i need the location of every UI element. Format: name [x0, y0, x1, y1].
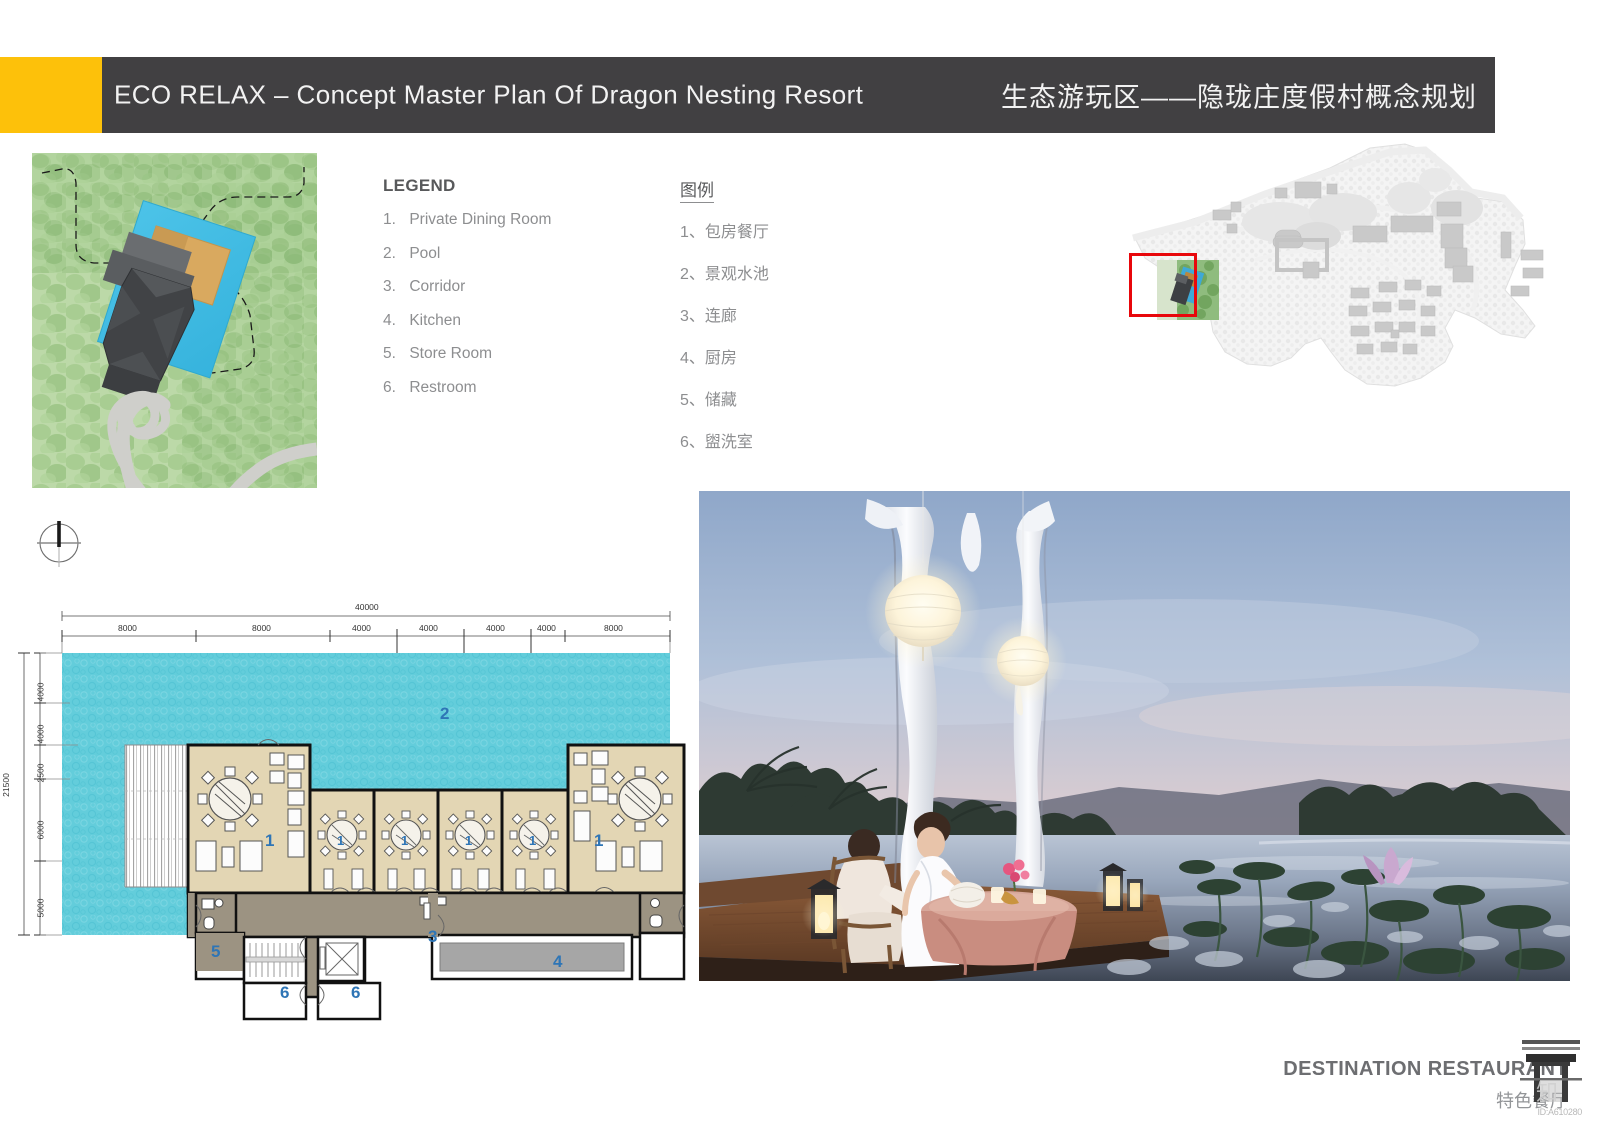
legend-item: 6. Restroom: [383, 378, 683, 396]
legend-item: 2. Pool: [383, 244, 683, 262]
header-title-english: ECO RELAX – Concept Master Plan Of Drago…: [114, 79, 864, 110]
room-label-kitchen: 4: [553, 952, 563, 971]
legend-item-number: 3.: [383, 278, 396, 295]
legend-item: 1. Private Dining Room: [383, 212, 683, 228]
legend-item-chinese: 1、包房餐厅: [680, 224, 769, 241]
legend-item-chinese: 2、景观水池: [680, 266, 769, 283]
site-location-highlight-box: [1129, 253, 1197, 317]
legend-item-number: 2.: [383, 244, 396, 262]
room-label-store-room: 5: [211, 942, 221, 961]
dimension-left-segment: 6000: [35, 820, 46, 840]
room-label-private-dining: 1: [401, 833, 409, 848]
legend-item: 5. Store Room: [383, 346, 683, 362]
dimension-overall-width: 40000: [355, 602, 379, 612]
legend-item-chinese: 6、盥洗室: [680, 434, 753, 451]
room-label-private-dining: 1: [529, 833, 537, 848]
dimension-left-segment: 5000: [35, 898, 46, 918]
room-label-pool: 2: [440, 704, 450, 723]
legend-column-chinese: 图例 1、包房餐厅 2、景观水池 3、连廊 4、厨房 5、储藏 6、盥洗室: [680, 176, 840, 470]
room-label-private-dining: 1: [337, 833, 345, 848]
svg-text:知: 知: [1536, 1080, 1558, 1105]
legend-item-number: 4.: [383, 311, 396, 329]
header-title-chinese: 生态游玩区——隐珑庄度假村概念规划: [1001, 82, 1477, 113]
dimension-left-segment: 4000: [35, 724, 46, 744]
room-label-private-dining: 1: [265, 831, 275, 850]
legend-item-label: Corridor: [409, 278, 466, 295]
dimension-top-segment: 4000: [419, 623, 438, 633]
legend-item-chinese: 4、厨房: [680, 350, 737, 367]
legend-item-label: Pool: [409, 244, 441, 262]
dimension-top-segment: 4000: [352, 623, 371, 633]
room-label-private-dining: 1: [594, 831, 604, 850]
legend-item-number: 5.: [383, 345, 396, 362]
legend-item: 3. Corridor: [383, 279, 683, 295]
room-label-private-dining: 1: [465, 833, 473, 848]
legend-item-chinese: 5、储藏: [680, 392, 737, 409]
site-context-aerial-image: [32, 153, 317, 488]
dimension-left-segment: 2500: [35, 763, 46, 783]
legend-item-chinese: 3、连廊: [680, 308, 737, 325]
legend-item: 4. Kitchen: [383, 311, 683, 329]
watermark-id-text: ID:A610280: [1537, 1107, 1582, 1117]
room-label-restroom: 6: [280, 983, 290, 1002]
dimension-overall-height: 21500: [1, 773, 11, 797]
destination-restaurant-photo: [699, 491, 1570, 981]
dimension-top-segment: 8000: [252, 623, 271, 633]
dimension-top-segment: 8000: [118, 623, 137, 633]
legend-item-label: Store Room: [409, 345, 493, 362]
dimension-top-segment: 4000: [486, 623, 505, 633]
legend-item-label: Kitchen: [409, 311, 462, 329]
studio-logo: 知 ID:A610280: [1512, 1026, 1590, 1121]
north-arrow-icon: [33, 515, 85, 570]
legend-heading-english: LEGEND: [383, 176, 456, 195]
legend-item-number: 6.: [383, 378, 396, 396]
resort-masterplan-key: [1105, 140, 1565, 410]
slide-header: ECO RELAX – Concept Master Plan Of Drago…: [0, 57, 1495, 133]
legend-item-label: Restroom: [409, 378, 477, 396]
restaurant-floor-plan: 40000 8000 8000 4000 4000 4000 4000 8000…: [0, 595, 690, 1025]
legend-item-number: 1.: [383, 211, 396, 228]
legend-column-english: LEGEND 1. Private Dining Room 2. Pool 3.…: [383, 176, 683, 413]
dimension-top-segment: 8000: [604, 623, 623, 633]
header-accent-block: [0, 57, 102, 133]
dimension-top-segment: 4000: [537, 623, 556, 633]
room-label-restroom: 6: [351, 983, 361, 1002]
legend-item-label: Private Dining Room: [409, 211, 552, 228]
dimension-left-segment: 4000: [35, 682, 46, 702]
room-label-corridor: 3: [428, 927, 438, 946]
legend-heading-chinese: 图例: [680, 176, 714, 203]
